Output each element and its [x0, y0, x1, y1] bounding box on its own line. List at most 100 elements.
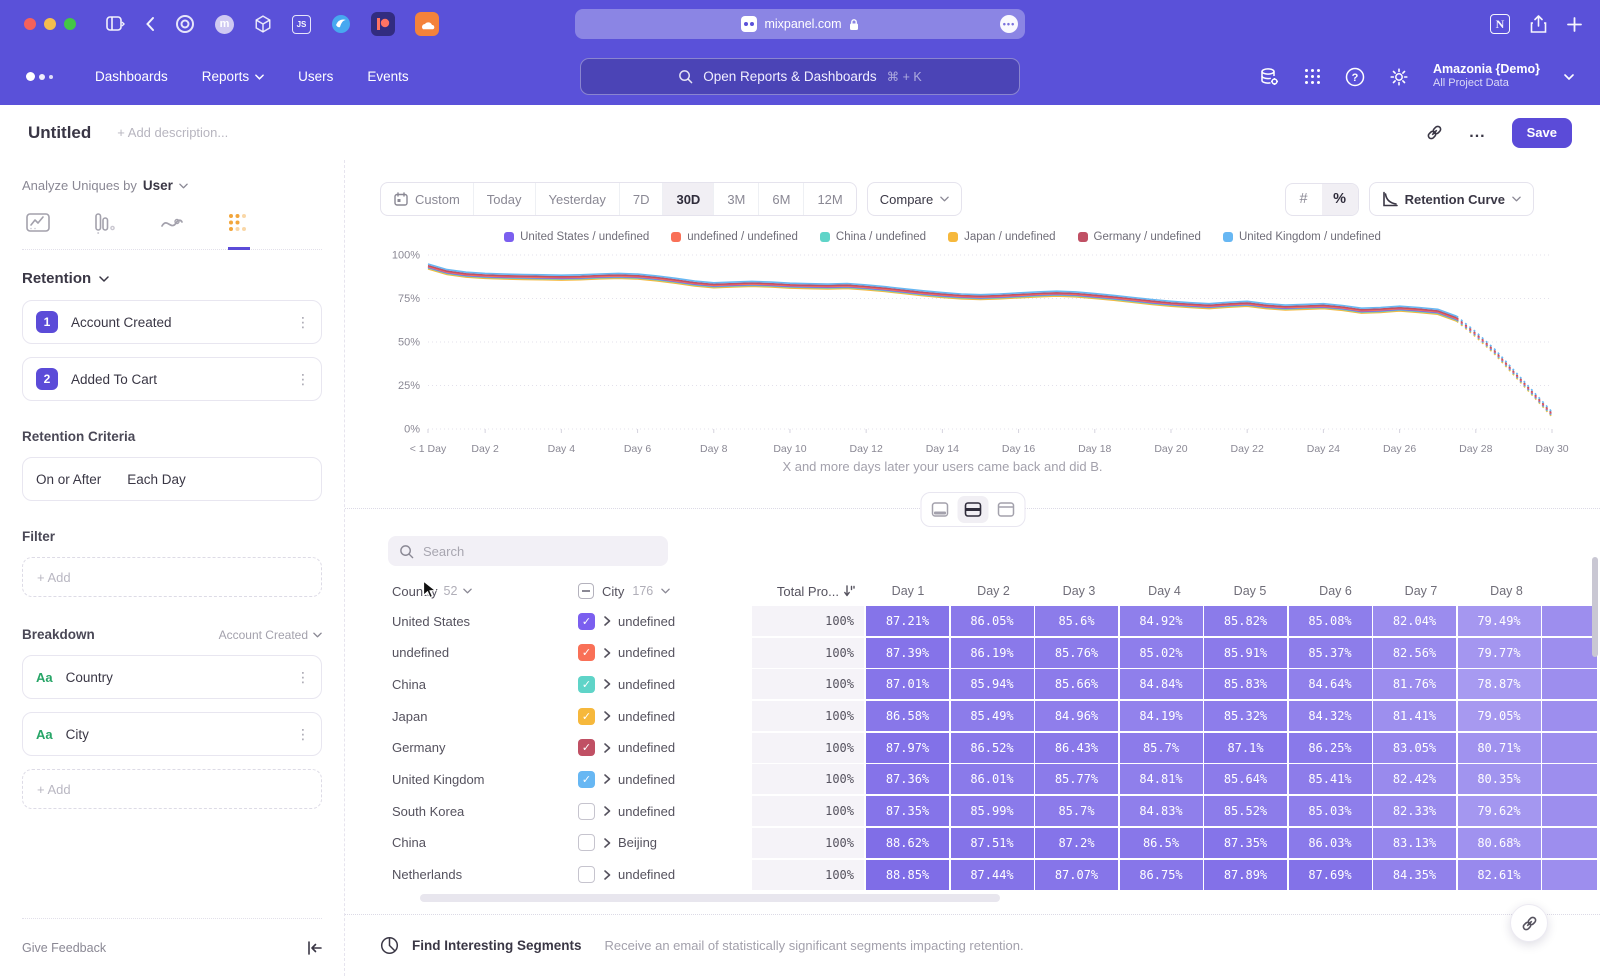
day-header[interactable]: Day 5 — [1208, 584, 1292, 598]
day-header[interactable]: Day 3 — [1037, 584, 1121, 598]
unit-percent-button[interactable]: % — [1322, 184, 1358, 215]
segments-title[interactable]: Find Interesting Segments — [412, 938, 582, 953]
view-table-icon[interactable] — [990, 496, 1021, 523]
legend-item[interactable]: United States / undefined — [504, 231, 649, 243]
bird-favicon-icon[interactable] — [331, 14, 351, 34]
tab-funnels[interactable] — [94, 213, 116, 250]
criteria-condition[interactable]: On or After — [36, 472, 101, 487]
target-favicon-icon[interactable] — [175, 14, 195, 34]
project-switcher[interactable]: Amazonia {Demo} All Project Data — [1433, 62, 1540, 91]
kebab-icon[interactable]: ⋮ — [296, 376, 308, 382]
city-column-header[interactable]: City 176 — [570, 583, 752, 599]
vertical-scrollbar[interactable] — [1592, 557, 1598, 657]
give-feedback-link[interactable]: Give Feedback — [22, 941, 106, 955]
add-breakdown-button[interactable]: + Add — [22, 769, 322, 809]
day-header[interactable]: Day 1 — [866, 584, 950, 598]
gear-icon[interactable] — [1389, 67, 1409, 87]
day-header[interactable]: Day 7 — [1379, 584, 1463, 598]
zoom-window-icon[interactable] — [64, 18, 76, 30]
view-split-icon[interactable] — [957, 496, 988, 523]
global-search[interactable]: Open Reports & Dashboards ⌘ + K — [580, 58, 1020, 95]
breakdown-property[interactable]: Country — [66, 670, 113, 685]
kebab-icon[interactable]: ⋮ — [296, 674, 308, 680]
range-yesterday[interactable]: Yesterday — [535, 183, 619, 215]
row-checkbox[interactable]: ✓ — [578, 644, 595, 661]
expand-chevron-right-icon[interactable] — [604, 711, 611, 721]
back-icon[interactable] — [145, 16, 155, 32]
cube-favicon-icon[interactable] — [254, 15, 272, 33]
day-header[interactable]: Day 2 — [952, 584, 1036, 598]
data-admin-icon[interactable] — [1259, 67, 1280, 87]
retention-section-title[interactable]: Retention — [22, 270, 91, 287]
legend-item[interactable]: Germany / undefined — [1078, 231, 1201, 243]
save-button[interactable]: Save — [1512, 118, 1572, 148]
range-3m[interactable]: 3M — [713, 183, 758, 215]
row-checkbox[interactable] — [578, 866, 595, 883]
compare-button[interactable]: Compare — [867, 182, 962, 216]
range-12m[interactable]: 12M — [803, 183, 855, 215]
legend-item[interactable]: United Kingdom / undefined — [1223, 231, 1381, 243]
close-window-icon[interactable] — [24, 18, 36, 30]
breakdown-event-select[interactable]: Account Created — [219, 628, 322, 642]
row-checkbox[interactable]: ✓ — [578, 613, 595, 630]
add-filter-button[interactable]: + Add — [22, 557, 322, 597]
expand-chevron-right-icon[interactable] — [604, 838, 611, 848]
nav-dashboards[interactable]: Dashboards — [95, 69, 168, 84]
row-checkbox[interactable]: ✓ — [578, 676, 595, 693]
share-link-button[interactable] — [1510, 904, 1548, 942]
expand-chevron-right-icon[interactable] — [604, 774, 611, 784]
row-checkbox[interactable] — [578, 803, 595, 820]
horizontal-scrollbar[interactable] — [420, 894, 1000, 902]
step-event-name[interactable]: Added To Cart — [71, 372, 157, 387]
nav-events[interactable]: Events — [367, 69, 408, 84]
legend-item[interactable]: undefined / undefined — [671, 231, 798, 243]
total-column-header[interactable]: Total Pro... — [752, 584, 866, 599]
legend-item[interactable]: China / undefined — [820, 231, 926, 243]
row-checkbox[interactable]: ✓ — [578, 739, 595, 756]
patreon-favicon-icon[interactable] — [371, 12, 395, 36]
expand-chevron-right-icon[interactable] — [604, 743, 611, 753]
tab-retention[interactable] — [228, 213, 250, 250]
expand-chevron-right-icon[interactable] — [604, 806, 611, 816]
range-6m[interactable]: 6M — [758, 183, 803, 215]
legend-item[interactable]: Japan / undefined — [948, 231, 1055, 243]
minimize-window-icon[interactable] — [44, 18, 56, 30]
chart-type-button[interactable]: Retention Curve — [1369, 182, 1534, 216]
report-title[interactable]: Untitled — [28, 123, 91, 143]
range-today[interactable]: Today — [473, 183, 535, 215]
breakdown-card-city[interactable]: Aa City ⋮ — [22, 712, 322, 756]
expand-chevron-right-icon[interactable] — [604, 679, 611, 689]
address-bar[interactable]: mixpanel.com ••• — [575, 9, 1025, 39]
soundcloud-favicon-icon[interactable] — [415, 12, 439, 36]
page-actions-icon[interactable]: ••• — [1000, 15, 1018, 33]
country-column-header[interactable]: Country 52 — [380, 584, 570, 599]
m-favicon-icon[interactable]: m — [215, 15, 234, 34]
view-chart-icon[interactable] — [924, 496, 955, 523]
range-custom[interactable]: Custom — [381, 183, 473, 215]
kebab-icon[interactable]: ⋮ — [296, 731, 308, 737]
step-card-1[interactable]: 1 Account Created ⋮ — [22, 300, 322, 344]
add-description[interactable]: + Add description... — [117, 125, 228, 140]
collapse-sidebar-icon[interactable] — [307, 941, 322, 955]
sidebar-toggle-icon[interactable] — [106, 16, 125, 32]
select-all-checkbox[interactable] — [578, 583, 594, 599]
criteria-card[interactable]: On or After Each Day — [22, 457, 322, 501]
help-icon[interactable]: ? — [1345, 67, 1365, 87]
expand-chevron-right-icon[interactable] — [604, 870, 611, 880]
js-favicon-icon[interactable]: JS — [292, 15, 311, 34]
nav-reports[interactable]: Reports — [202, 69, 264, 84]
notion-extension-icon[interactable]: N — [1490, 14, 1510, 34]
mixpanel-logo[interactable] — [26, 72, 53, 81]
window-controls[interactable] — [24, 18, 76, 30]
range-30d[interactable]: 30D — [662, 183, 713, 215]
table-search-input[interactable]: Search — [388, 536, 668, 566]
share-icon[interactable] — [1530, 15, 1547, 34]
range-7d[interactable]: 7D — [619, 183, 663, 215]
analyze-entity-select[interactable]: User — [143, 178, 173, 193]
row-checkbox[interactable]: ✓ — [578, 771, 595, 788]
expand-chevron-right-icon[interactable] — [604, 648, 611, 658]
day-header[interactable]: Day 4 — [1123, 584, 1207, 598]
unit-hash-button[interactable]: # — [1286, 184, 1322, 215]
expand-chevron-right-icon[interactable] — [604, 616, 611, 626]
new-tab-plus-icon[interactable] — [1567, 17, 1582, 32]
